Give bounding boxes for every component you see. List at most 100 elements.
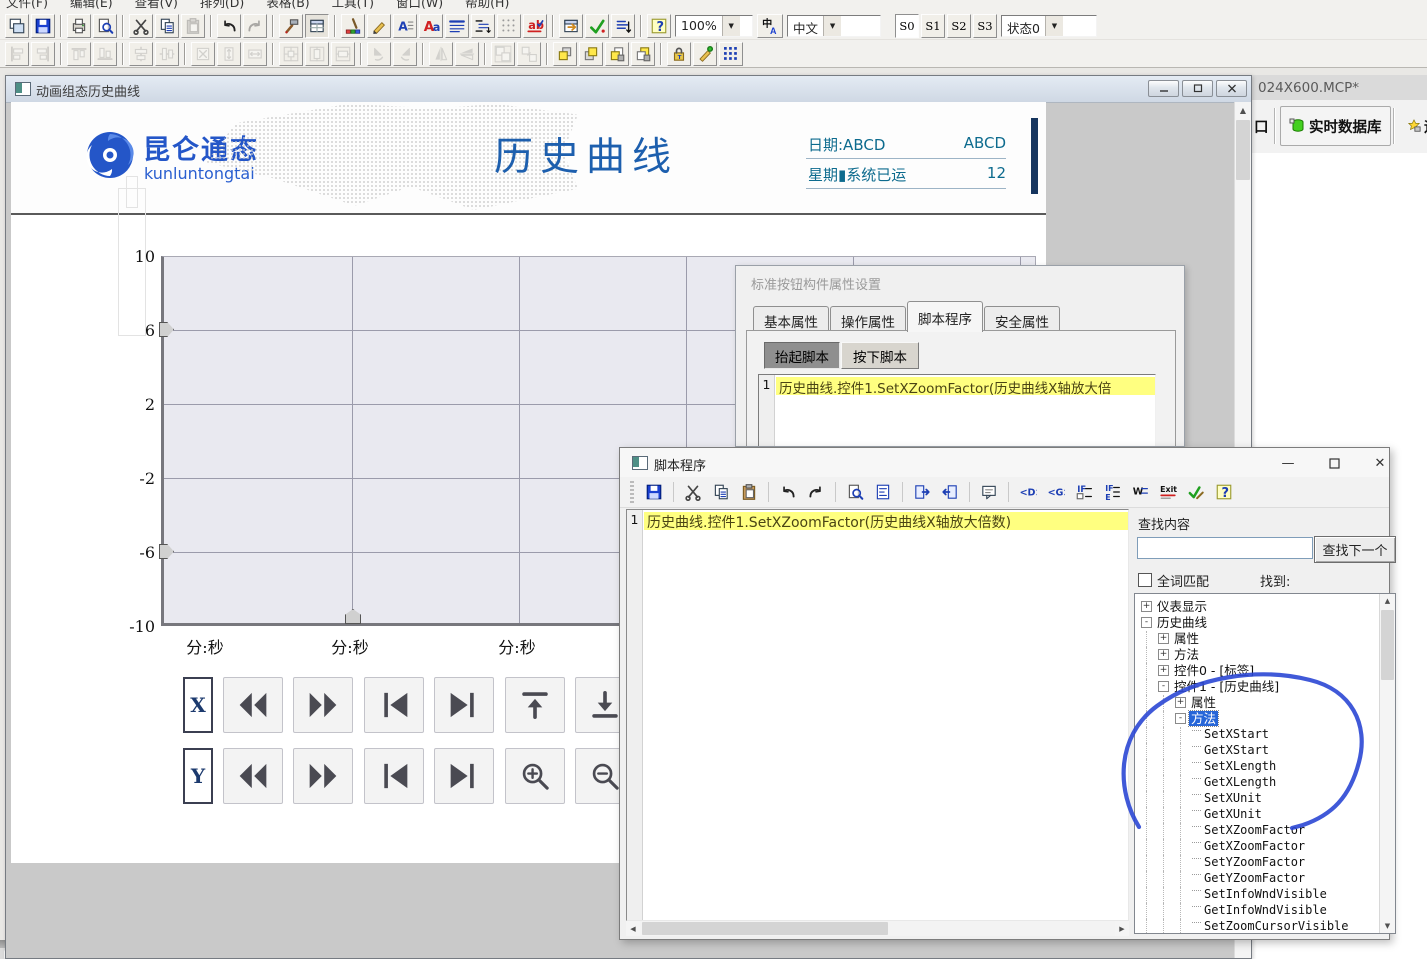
script-cut-button[interactable] xyxy=(680,479,706,505)
undo-button[interactable] xyxy=(217,14,241,38)
script-code-line[interactable]: 历史曲线.控件1.SetXZoomFactor(历史曲线X轴放大倍数) xyxy=(644,512,1128,530)
help-button[interactable]: ? xyxy=(647,14,671,38)
tree-item[interactable]: GetYZoomFactor xyxy=(1135,871,1395,887)
state-S1-button[interactable]: S1 xyxy=(921,14,945,38)
print-button[interactable] xyxy=(67,14,91,38)
tree-item[interactable]: SetInfoWndVisible xyxy=(1135,887,1395,903)
script-paste-button[interactable] xyxy=(736,479,762,505)
script-copy-button[interactable] xyxy=(708,479,734,505)
menu-item[interactable]: 编辑(E) xyxy=(70,0,113,11)
grid-toggle-button[interactable] xyxy=(719,42,743,66)
move-forward-button[interactable] xyxy=(605,42,629,66)
tree-toggle-icon[interactable]: - xyxy=(1175,713,1186,724)
dialog-script-editor[interactable]: 1 历史曲线.控件1.SetXZoomFactor(历史曲线X轴放大倍 xyxy=(758,374,1156,447)
tree-item[interactable]: +属性 xyxy=(1135,631,1395,647)
cut-button[interactable] xyxy=(129,14,153,38)
minimize-button[interactable] xyxy=(1148,80,1179,97)
tree-toggle-icon[interactable]: - xyxy=(1158,681,1169,692)
tree-item[interactable]: SetXUnit xyxy=(1135,791,1395,807)
toolbox-button[interactable] xyxy=(279,14,303,38)
save-button[interactable] xyxy=(31,14,55,38)
tree-toggle-icon[interactable]: + xyxy=(1158,633,1169,644)
same-width-button[interactable] xyxy=(243,42,267,66)
tree-item[interactable]: -历史曲线 xyxy=(1135,615,1395,631)
script-editor[interactable]: 1 历史曲线.控件1.SetXZoomFactor(历史曲线X轴放大倍数) xyxy=(626,509,1129,921)
state-S0-button[interactable]: S0 xyxy=(895,14,919,38)
zoom-combobox[interactable]: 100% ▼ xyxy=(675,15,753,37)
y-skip-start-button[interactable] xyxy=(364,748,424,804)
insert-if-else-block-button[interactable]: IFE xyxy=(1099,479,1125,505)
close-button[interactable]: ✕ xyxy=(1363,452,1397,474)
center-horizontal-button[interactable] xyxy=(155,42,179,66)
horizontal-scrollbar[interactable]: ◀ ▶ xyxy=(626,921,1129,936)
menu-item[interactable]: 文件(F) xyxy=(6,0,48,11)
curve-window-titlebar[interactable]: 动画组态历史曲线 xyxy=(6,76,1251,103)
scroll-down-icon[interactable]: ▼ xyxy=(1380,919,1395,933)
script-redo-button[interactable] xyxy=(803,479,829,505)
flip-horizontal-button[interactable] xyxy=(429,42,453,66)
center-window-both-button[interactable] xyxy=(279,42,303,66)
scrollbar-thumb[interactable] xyxy=(642,922,888,935)
minimize-button[interactable]: — xyxy=(1271,452,1305,474)
insert-data-token-button[interactable]: <D> xyxy=(1015,479,1041,505)
tree-toggle-icon[interactable]: + xyxy=(1141,601,1152,612)
maximize-button[interactable] xyxy=(1182,80,1213,97)
grid-dots-button[interactable] xyxy=(497,14,521,38)
script-find-button[interactable] xyxy=(842,479,868,505)
chevron-down-icon[interactable]: ▼ xyxy=(823,16,841,36)
tree-item[interactable]: GetInfoWndVisible xyxy=(1135,903,1395,919)
tree-item[interactable]: +仪表显示 xyxy=(1135,599,1395,615)
tree-item[interactable]: GetXStart xyxy=(1135,743,1395,759)
font-button[interactable]: Aa xyxy=(419,14,443,38)
properties-button[interactable] xyxy=(559,14,583,38)
character-format-button[interactable]: A xyxy=(393,14,417,38)
new-screen-button[interactable] xyxy=(5,14,29,38)
press-script-tab[interactable]: 按下脚本 xyxy=(841,342,919,369)
syntax-check-button[interactable] xyxy=(585,14,609,38)
whole-word-checkbox[interactable] xyxy=(1138,573,1152,587)
center-window-vertical-button[interactable] xyxy=(331,42,355,66)
close-button[interactable] xyxy=(1216,80,1247,97)
script-format-button[interactable] xyxy=(870,479,896,505)
script-syntax-check-button[interactable] xyxy=(1183,479,1209,505)
tree-item[interactable]: GetXLength xyxy=(1135,775,1395,791)
same-height-button[interactable] xyxy=(217,42,241,66)
y-fast-forward-button[interactable] xyxy=(293,748,353,804)
move-backward-button[interactable] xyxy=(631,42,655,66)
spell-check-button[interactable]: ab xyxy=(523,14,547,38)
group-button[interactable] xyxy=(491,42,515,66)
tree-item[interactable]: -控件1 - [历史曲线] xyxy=(1135,679,1395,695)
event-list-button[interactable] xyxy=(611,14,635,38)
state-S2-button[interactable]: S2 xyxy=(947,14,971,38)
dialog-tab-脚本程序[interactable]: 脚本程序 xyxy=(907,301,983,332)
language-char-button[interactable]: 中A xyxy=(757,14,783,38)
tree-item[interactable]: GetXUnit xyxy=(1135,807,1395,823)
chevron-down-icon[interactable]: ▼ xyxy=(722,16,740,36)
redo-button[interactable] xyxy=(243,14,267,38)
ungroup-button[interactable] xyxy=(517,42,541,66)
insert-global-token-button[interactable]: <G> xyxy=(1043,479,1069,505)
scrollbar-thumb[interactable] xyxy=(1236,120,1250,180)
script-save-button[interactable] xyxy=(641,479,667,505)
align-left-button[interactable] xyxy=(5,42,29,66)
script-help-button[interactable]: ? xyxy=(1211,479,1237,505)
tree-item[interactable]: SetZoomCursorVisible xyxy=(1135,919,1395,934)
rotate-right-button[interactable] xyxy=(393,42,417,66)
tree-item[interactable]: +方法 xyxy=(1135,647,1395,663)
chevron-down-icon[interactable]: ▼ xyxy=(1045,16,1063,36)
text-paragraph-button[interactable] xyxy=(445,14,469,38)
center-window-horizontal-button[interactable] xyxy=(305,42,329,66)
align-right-button[interactable] xyxy=(31,42,55,66)
language-combobox[interactable]: 中文 ▼ xyxy=(787,15,881,37)
attribute-pen-button[interactable] xyxy=(693,42,717,66)
x-fast-forward-button[interactable] xyxy=(293,677,353,733)
copy-button[interactable] xyxy=(155,14,179,38)
method-tree[interactable]: +仪表显示-历史曲线+属性+方法+控件0 - [标签]-控件1 - [历史曲线]… xyxy=(1134,593,1396,934)
workbench-button[interactable] xyxy=(305,14,329,38)
tree-item[interactable]: SetXLength xyxy=(1135,759,1395,775)
script-code-line[interactable]: 历史曲线.控件1.SetXZoomFactor(历史曲线X轴放大倍 xyxy=(776,377,1155,395)
script-comment-button[interactable] xyxy=(976,479,1002,505)
x-scroll-top-button[interactable] xyxy=(505,677,565,733)
align-top-button[interactable] xyxy=(67,42,91,66)
tree-toggle-icon[interactable]: + xyxy=(1158,665,1169,676)
